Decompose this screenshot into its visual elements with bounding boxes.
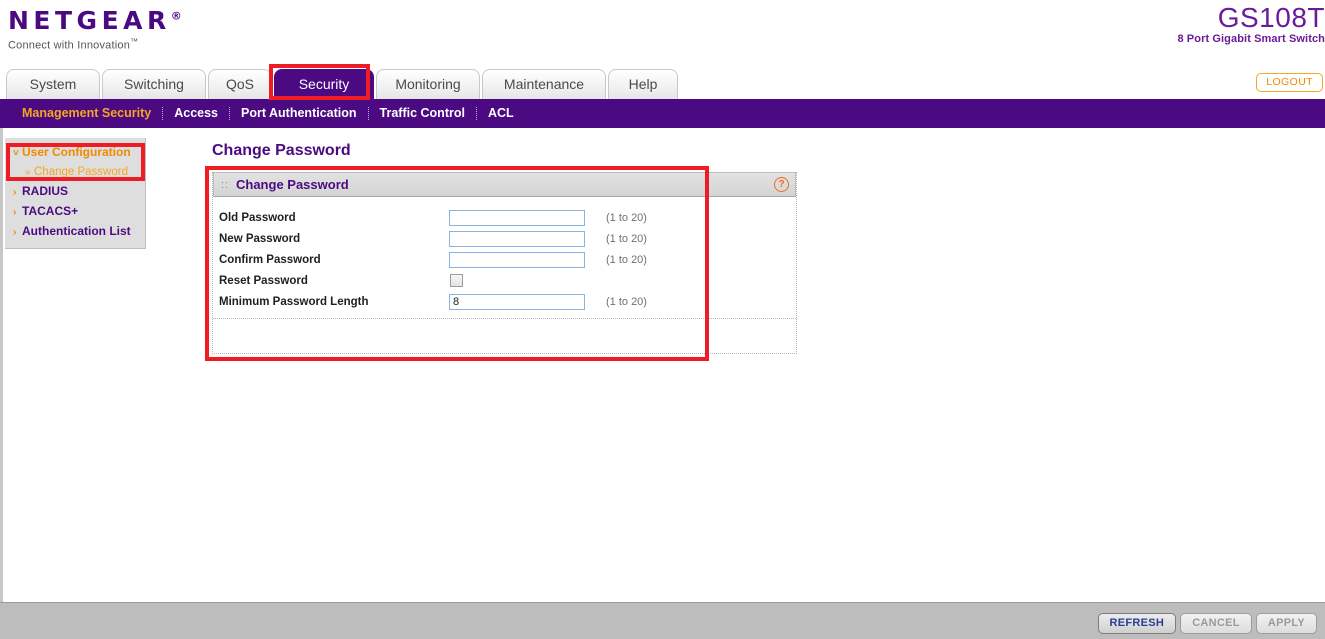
drag-handle-icon[interactable]: :: [221, 182, 228, 189]
sidebar-item-label: RADIUS [22, 184, 68, 198]
field-label: Minimum Password Length [219, 296, 449, 308]
brand-name: NETGEAR® [8, 8, 182, 33]
field-hint: (1 to 20) [606, 254, 647, 266]
cancel-button[interactable]: CANCEL [1180, 613, 1252, 634]
field-hint: (1 to 20) [606, 233, 647, 245]
field-hint: (1 to 20) [606, 212, 647, 224]
apply-button[interactable]: APPLY [1256, 613, 1317, 634]
subnav-separator [476, 107, 477, 120]
sidebar-item-label: Change Password [34, 166, 128, 178]
subnav-separator [162, 107, 163, 120]
form-row: Minimum Password Length (1 to 20) [213, 291, 796, 312]
registered-mark: ® [171, 10, 182, 23]
subnav-separator [229, 107, 230, 120]
new-password-input[interactable] [449, 231, 585, 247]
brand-name-text: NETGEAR [8, 6, 171, 35]
footer-bar: REFRESHCANCELAPPLY [0, 602, 1325, 639]
minimum-password-length-input[interactable] [449, 294, 585, 310]
form-row: Reset Password [213, 270, 796, 291]
reset-password-checkbox[interactable] [450, 274, 463, 287]
tab-security[interactable]: Security [274, 69, 374, 99]
refresh-button[interactable]: REFRESH [1098, 613, 1177, 634]
sidebar-marker-icon: » [25, 165, 34, 180]
tab-switching[interactable]: Switching [102, 69, 206, 99]
sidebar-marker-icon: ˅ [13, 146, 22, 161]
sidebar-marker-icon: › [13, 185, 22, 200]
page-title: Change Password [212, 142, 351, 160]
field-label: New Password [219, 233, 449, 245]
panel-title: Change Password [236, 177, 349, 192]
sidebar-marker-icon: › [13, 225, 22, 240]
form-row: New Password (1 to 20) [213, 228, 796, 249]
form-row: Confirm Password (1 to 20) [213, 249, 796, 270]
field-label: Reset Password [219, 275, 449, 287]
confirm-password-input[interactable] [449, 252, 585, 268]
sidebar-menu: ˅User Configuration»Change Password›RADI… [5, 138, 146, 249]
sidebar-item-label: User Configuration [22, 145, 131, 159]
panel-spacer [213, 319, 796, 353]
device-model-name: GS108T [1177, 3, 1325, 32]
form-row: Old Password (1 to 20) [213, 207, 796, 228]
sidebar-item-radius[interactable]: ›RADIUS [5, 182, 145, 202]
field-label: Old Password [219, 212, 449, 224]
brand-tagline: Connect with Innovation™ [8, 37, 182, 52]
help-icon[interactable]: ? [774, 177, 789, 192]
tab-qos[interactable]: QoS [208, 69, 272, 99]
tab-maintenance[interactable]: Maintenance [482, 69, 606, 99]
change-password-panel: :: Change Password ? Old Password(1 to 2… [212, 172, 797, 354]
panel-body: Old Password (1 to 20) New Password (1 to 2… [213, 197, 796, 353]
tab-monitoring[interactable]: Monitoring [376, 69, 480, 99]
sidebar-item-authentication-list[interactable]: ›Authentication List [5, 222, 145, 242]
brand-tagline-text: Connect with Innovation [8, 40, 130, 52]
subnav-item-traffic-control[interactable]: Traffic Control [380, 99, 465, 128]
panel-header: :: Change Password ? [213, 172, 796, 197]
sidebar-item-label: TACACS+ [22, 204, 78, 218]
field-hint: (1 to 20) [606, 296, 647, 308]
device-model-block: GS108T 8 Port Gigabit Smart Switch [1177, 3, 1325, 45]
page-header: NETGEAR® Connect with Innovation™ GS108T… [0, 3, 1325, 63]
netgear-logo: NETGEAR® Connect with Innovation™ [8, 8, 182, 52]
primary-tab-bar: SystemSwitchingQoSSecurityMonitoringMain… [0, 69, 1325, 99]
device-model-subtitle: 8 Port Gigabit Smart Switch [1177, 33, 1325, 45]
old-password-input[interactable] [449, 210, 585, 226]
subnav-item-acl[interactable]: ACL [488, 99, 514, 128]
subnav-item-access[interactable]: Access [174, 99, 218, 128]
sidebar-item-change-password[interactable]: »Change Password [5, 163, 145, 182]
trademark-mark: ™ [130, 37, 138, 46]
subnav-item-port-authentication[interactable]: Port Authentication [241, 99, 357, 128]
subnav-item-management-security[interactable]: Management Security [22, 99, 151, 128]
subnav-separator [368, 107, 369, 120]
tab-help[interactable]: Help [608, 69, 678, 99]
field-label: Confirm Password [219, 254, 449, 266]
sidebar-item-user-configuration[interactable]: ˅User Configuration [5, 143, 145, 163]
tab-system[interactable]: System [6, 69, 100, 99]
sidebar-marker-icon: › [13, 205, 22, 220]
sidebar-item-tacacs-[interactable]: ›TACACS+ [5, 202, 145, 222]
secondary-nav-bar: Management Security Access Port Authentica… [0, 99, 1325, 128]
footer-buttons: REFRESHCANCELAPPLY [1094, 613, 1317, 634]
sidebar-item-label: Authentication List [22, 224, 131, 238]
